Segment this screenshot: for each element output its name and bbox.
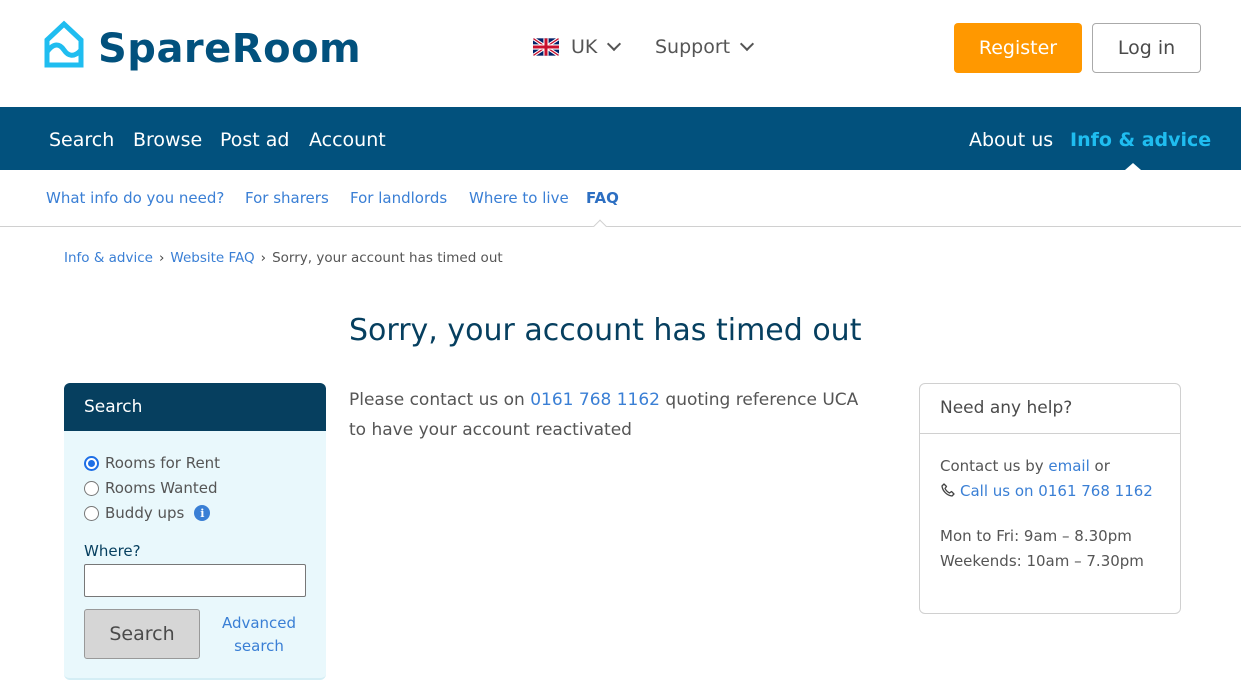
radio-button[interactable]	[84, 505, 99, 521]
breadcrumb-info-advice[interactable]: Info & advice	[64, 250, 153, 266]
chevron-down-icon	[607, 36, 622, 52]
where-label: Where?	[84, 542, 141, 560]
subnav-what-info[interactable]: What info do you need?	[46, 188, 224, 208]
radio-label: Buddy ups	[105, 504, 185, 522]
search-panel: Search Rooms for Rent Rooms Wanted Buddy…	[64, 383, 326, 680]
logo-text: SpareRoom	[98, 26, 362, 72]
help-box-heading: Need any help?	[920, 384, 1180, 434]
radio-rooms-for-rent[interactable]: Rooms for Rent	[84, 454, 220, 472]
uk-flag-icon	[533, 38, 559, 56]
breadcrumb: Info & advice › Website FAQ › Sorry, you…	[64, 250, 503, 266]
active-nav-indicator	[1125, 163, 1141, 170]
breadcrumb-website-faq[interactable]: Website FAQ	[170, 250, 254, 266]
subnav-faq[interactable]: FAQ	[586, 188, 619, 208]
subnav-for-sharers[interactable]: For sharers	[245, 188, 329, 208]
search-submit-button[interactable]: Search	[84, 609, 200, 659]
radio-button[interactable]	[84, 480, 99, 496]
advanced-search-link[interactable]: Advanced search	[214, 612, 304, 658]
contact-line: Contact us by email or	[940, 454, 1160, 479]
breadcrumb-separator: ›	[158, 250, 165, 266]
sub-nav: What info do you need? For sharers For l…	[0, 170, 1241, 227]
main-nav: Search Browse Post ad Account About us I…	[0, 107, 1241, 170]
radio-label: Rooms Wanted	[105, 479, 218, 497]
support-label: Support	[655, 36, 731, 58]
subnav-for-landlords[interactable]: For landlords	[350, 188, 447, 208]
region-label: UK	[571, 36, 598, 58]
logo[interactable]: SpareRoom	[44, 19, 361, 69]
nav-search[interactable]: Search	[49, 128, 114, 152]
phone-icon	[941, 483, 955, 497]
help-box-body: Contact us by email or Call us on 0161 7…	[920, 434, 1180, 594]
where-input[interactable]	[84, 564, 306, 597]
subnav-where-to-live[interactable]: Where to live	[469, 188, 569, 208]
site-header: SpareRoom UK Support Register Log in	[0, 0, 1241, 107]
email-link[interactable]: email	[1048, 457, 1089, 475]
timeout-message: Please contact us on 0161 768 1162 quoti…	[349, 385, 879, 445]
weekend-hours: Weekends: 10am – 7.30pm	[940, 552, 1144, 570]
call-line: Call us on 0161 768 1162	[940, 479, 1160, 504]
nav-info-advice[interactable]: Info & advice	[1070, 128, 1211, 152]
advanced-search-line1: Advanced	[221, 614, 297, 632]
chevron-down-icon	[740, 36, 755, 52]
radio-buddy-ups[interactable]: Buddy ups i	[84, 504, 211, 522]
info-icon[interactable]: i	[194, 505, 211, 521]
house-logo-icon	[44, 20, 84, 68]
contact-prefix: Contact us by	[940, 457, 1049, 475]
nav-browse[interactable]: Browse	[133, 128, 202, 152]
breadcrumb-separator: ›	[260, 250, 267, 266]
search-panel-heading: Search	[64, 383, 326, 431]
radio-label: Rooms for Rent	[105, 454, 221, 472]
message-prefix: Please contact us on	[349, 390, 531, 410]
nav-post-ad[interactable]: Post ad	[220, 128, 290, 152]
phone-link[interactable]: 0161 768 1162	[530, 390, 660, 410]
register-button[interactable]: Register	[954, 23, 1082, 73]
support-menu[interactable]: Support	[655, 36, 755, 58]
weekday-hours: Mon to Fri: 9am – 8.30pm	[940, 527, 1132, 545]
radio-button-checked[interactable]	[84, 455, 99, 471]
advanced-search-line2: search	[234, 637, 284, 655]
active-subnav-indicator	[592, 218, 608, 227]
region-selector[interactable]: UK	[533, 36, 622, 58]
help-box: Need any help? Contact us by email or Ca…	[919, 383, 1181, 614]
call-us-link[interactable]: Call us on 0161 768 1162	[960, 482, 1153, 500]
nav-about-us[interactable]: About us	[969, 128, 1053, 152]
nav-account[interactable]: Account	[309, 128, 386, 152]
breadcrumb-current: Sorry, your account has timed out	[272, 250, 503, 266]
contact-suffix: or	[1089, 457, 1110, 475]
page-title: Sorry, your account has timed out	[349, 313, 862, 348]
radio-rooms-wanted[interactable]: Rooms Wanted	[84, 479, 218, 497]
login-button[interactable]: Log in	[1092, 23, 1201, 73]
